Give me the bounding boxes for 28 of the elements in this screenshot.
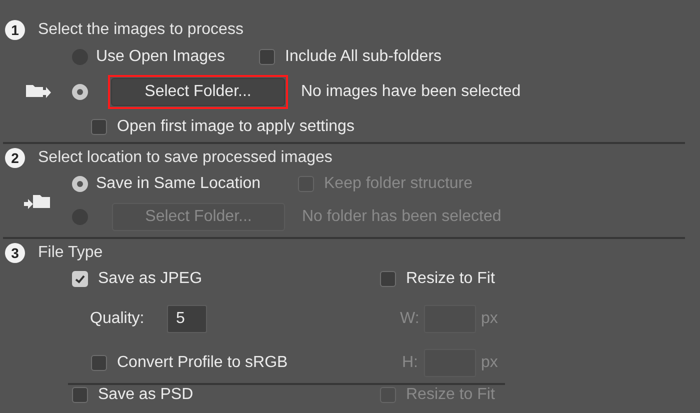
- checkbox[interactable]: [91, 355, 107, 371]
- radio-label: Use Open Images: [96, 47, 225, 67]
- checkbox-label: Save as JPEG: [98, 269, 202, 289]
- checkmark-icon: [74, 273, 86, 285]
- checkbox[interactable]: [380, 271, 396, 287]
- folder-arrow-icon: [24, 194, 50, 211]
- checkbox[interactable]: [91, 119, 107, 135]
- checkbox-label: Include All sub-folders: [285, 47, 442, 67]
- radio-label: Save in Same Location: [96, 174, 261, 194]
- input-field[interactable]: 5: [167, 305, 207, 333]
- step-number: 2: [5, 148, 25, 168]
- folder-arrow-icon: [26, 84, 51, 100]
- step-number: 1: [5, 20, 25, 40]
- section-title: Select the images to process: [38, 20, 244, 40]
- section-title: File Type: [38, 243, 103, 263]
- quality-label: Quality:: [90, 309, 146, 329]
- checkbox-label: Save as PSD: [98, 386, 194, 404]
- radio-button[interactable]: [72, 84, 88, 100]
- select-folder-button[interactable]: Select Folder...: [111, 78, 285, 106]
- checkbox-label: Open first image to apply settings: [117, 117, 354, 137]
- section-title: Select location to save processed images: [38, 148, 332, 168]
- checkbox[interactable]: [259, 49, 275, 65]
- checkbox-label: Convert Profile to sRGB: [117, 353, 288, 373]
- radio-button[interactable]: [72, 176, 88, 192]
- status-text: No images have been selected: [301, 82, 521, 102]
- checkbox[interactable]: [72, 387, 88, 403]
- step-number: 3: [5, 243, 25, 263]
- checkbox-label: Resize to Fit: [406, 269, 495, 289]
